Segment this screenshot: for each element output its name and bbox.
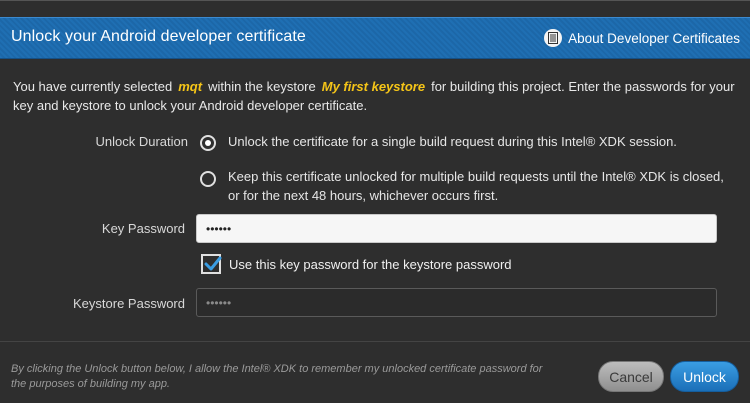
selected-keystore-name: My first keystore [321,79,426,94]
intro-text: You have currently selected mqt within the… [13,77,738,115]
dialog-header: Unlock your Android developer certificat… [0,17,750,59]
selected-key-name: mqt [178,79,203,94]
footer-note: By clicking the Unlock button below, I a… [11,363,543,390]
cancel-button[interactable]: Cancel [598,361,664,392]
intro-part-2: within the keystore [208,79,316,94]
dialog-title: Unlock your Android developer certificat… [11,28,306,45]
about-link-label: About Developer Certificates [568,30,740,46]
radio-single-build[interactable] [200,135,216,151]
keystore-password-input[interactable] [196,288,717,317]
footer-divider [0,341,750,342]
use-key-password-label: Use this key password for the keystore p… [229,257,512,272]
radio-multiple-builds[interactable] [200,171,216,187]
use-key-password-checkbox[interactable] [201,254,222,274]
key-password-input[interactable] [196,214,717,243]
keystore-password-label: Keystore Password [73,296,185,311]
document-icon [544,29,563,47]
radio-multiple-builds-label: Keep this certificate unlocked for multi… [228,169,724,203]
key-password-label: Key Password [101,221,185,236]
intro-part-1: You have currently selected [13,79,173,94]
unlock-certificate-dialog: Unlock your Android developer certificat… [0,0,750,403]
about-developer-certificates-link[interactable]: About Developer Certificates [544,27,740,49]
unlock-duration-label: Unlock Duration [95,134,189,149]
checkmark-icon [204,256,222,271]
radio-single-build-label: Unlock the certificate for a single buil… [228,134,677,149]
unlock-button[interactable]: Unlock [670,361,739,392]
